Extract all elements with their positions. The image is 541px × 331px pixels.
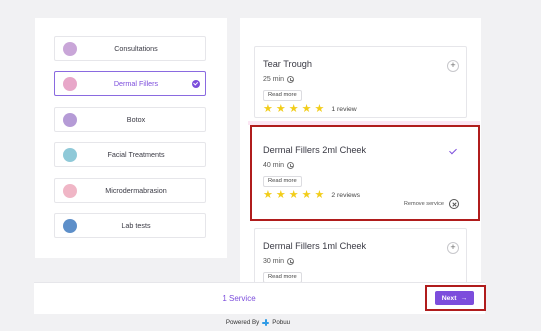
service-card-dermal-fillers-1ml-cheek[interactable]: Dermal Fillers 1ml Cheek + 30 min Read m… (254, 228, 467, 288)
category-consultations[interactable]: Consultations (54, 36, 206, 61)
service-duration: 30 min (263, 258, 295, 265)
clock-icon (287, 76, 295, 83)
selected-service-count: 1 Service (222, 294, 256, 303)
powered-by: Powered By Pobuu (0, 319, 516, 326)
service-name: Dermal Fillers 1ml Cheek (263, 241, 367, 251)
category-label: Lab tests (121, 221, 151, 230)
star-icon: ★ (301, 103, 312, 115)
next-button[interactable]: Next → (435, 291, 474, 305)
consultations-avatar (63, 42, 77, 56)
duration-text: 30 min (263, 258, 285, 265)
next-label: Next (441, 294, 457, 302)
rating-stars: ★ ★ ★ ★ ★ 1 review (263, 104, 357, 115)
add-service-button[interactable]: + (447, 242, 459, 254)
selected-card-outline (250, 125, 480, 221)
next-button-outline: Next → (425, 285, 486, 311)
microdermabrasion-avatar (63, 184, 77, 198)
star-icon: ★ (263, 103, 273, 115)
star-icon: ★ (314, 103, 325, 115)
star-icon: ★ (275, 103, 286, 115)
category-label: Dermal Fillers (113, 79, 159, 88)
service-name: Tear Trough (263, 59, 313, 69)
lab-tests-avatar (63, 219, 77, 233)
bottom-bar: 1 Service (34, 282, 485, 314)
category-facial-treatments[interactable]: Facial Treatments (54, 142, 206, 167)
brand-name: Pobuu (272, 319, 291, 326)
category-label: Botox (126, 115, 146, 124)
add-service-button[interactable]: + (447, 60, 459, 72)
review-count: 1 review (331, 106, 357, 113)
dermal-fillers-avatar (63, 77, 77, 91)
category-dermal-fillers[interactable]: Dermal Fillers (54, 71, 206, 96)
powered-by-label: Powered By (225, 319, 260, 326)
category-microdermabrasion[interactable]: Microdermabrasion (54, 178, 206, 203)
service-duration: 25 min (263, 76, 295, 83)
category-lab-tests[interactable]: Lab tests (54, 213, 206, 238)
category-label: Facial Treatments (107, 150, 165, 159)
arrow-right-icon: → (460, 294, 468, 302)
star-icon: ★ (288, 103, 299, 115)
selected-check-icon (192, 80, 200, 88)
pobuu-logo-icon (262, 319, 270, 326)
facial-treatments-avatar (63, 148, 77, 162)
clock-icon (287, 258, 295, 265)
read-more-button[interactable]: Read more (263, 90, 302, 101)
botox-avatar (63, 113, 77, 127)
category-label: Consultations (114, 44, 158, 53)
duration-text: 25 min (263, 76, 285, 83)
category-botox[interactable]: Botox (54, 107, 206, 132)
category-panel: Consultations Dermal Fillers Botox Facia… (35, 18, 227, 258)
category-label: Microdermabrasion (105, 186, 167, 195)
service-card-tear-trough[interactable]: Tear Trough + 25 min Read more ★ ★ ★ ★ ★… (254, 46, 467, 118)
